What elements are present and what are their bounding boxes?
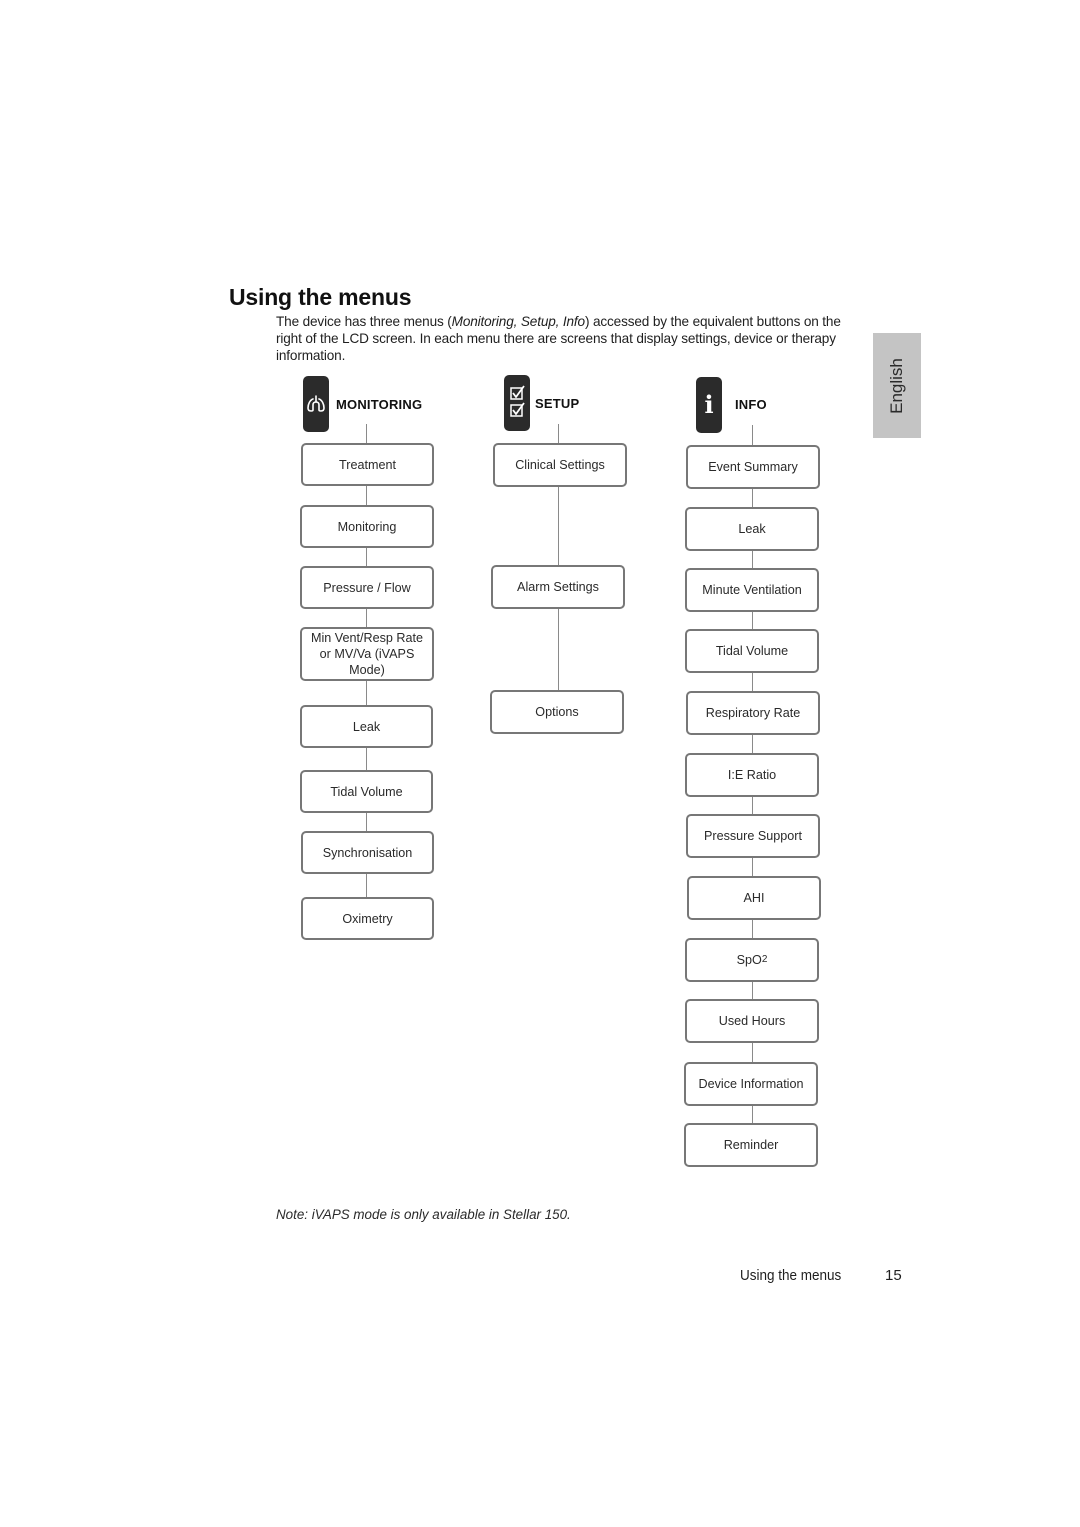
connector bbox=[558, 609, 559, 691]
connector bbox=[366, 813, 367, 832]
setup-label: SETUP bbox=[535, 396, 580, 411]
spo2-subscript: 2 bbox=[761, 954, 768, 965]
setup-item-alarm-settings[interactable]: Alarm Settings bbox=[491, 565, 625, 609]
connector bbox=[752, 489, 753, 509]
connector bbox=[366, 424, 367, 444]
connector bbox=[752, 673, 753, 693]
intro-paragraph: The device has three menus (Monitoring, … bbox=[276, 313, 856, 364]
intro-text-start: The device has three menus ( bbox=[276, 314, 452, 329]
setup-item-clinical-settings[interactable]: Clinical Settings bbox=[493, 443, 627, 487]
monitoring-item-min-vent[interactable]: Min Vent/Resp Rate or MV/Va (iVAPS Mode) bbox=[300, 627, 434, 681]
monitoring-item-treatment[interactable]: Treatment bbox=[301, 443, 434, 486]
page-title: Using the menus bbox=[229, 284, 412, 310]
connector bbox=[366, 609, 367, 629]
info-item-pressure-support[interactable]: Pressure Support bbox=[686, 814, 820, 858]
connector bbox=[752, 735, 753, 755]
ivaps-note: Note: iVAPS mode is only available in St… bbox=[276, 1207, 571, 1222]
connector bbox=[752, 858, 753, 878]
monitoring-item-monitoring[interactable]: Monitoring bbox=[300, 505, 434, 548]
monitoring-label: MONITORING bbox=[336, 397, 423, 412]
info-item-event-summary[interactable]: Event Summary bbox=[686, 445, 820, 489]
info-item-tidal-volume[interactable]: Tidal Volume bbox=[685, 629, 819, 673]
setup-item-options[interactable]: Options bbox=[490, 690, 624, 734]
info-item-ie-ratio[interactable]: I:E Ratio bbox=[685, 753, 819, 797]
info-item-device-information[interactable]: Device Information bbox=[684, 1062, 818, 1106]
monitoring-item-oximetry[interactable]: Oximetry bbox=[301, 897, 434, 940]
info-item-leak[interactable]: Leak bbox=[685, 507, 819, 551]
connector bbox=[752, 920, 753, 940]
info-item-reminder[interactable]: Reminder bbox=[684, 1123, 818, 1167]
connector bbox=[558, 424, 559, 444]
lungs-icon bbox=[303, 376, 329, 432]
info-item-minute-ventilation[interactable]: Minute Ventilation bbox=[685, 568, 819, 612]
connector bbox=[558, 487, 559, 567]
connector bbox=[752, 1043, 753, 1064]
monitoring-item-pressure-flow[interactable]: Pressure / Flow bbox=[300, 566, 434, 609]
monitoring-item-synchronisation[interactable]: Synchronisation bbox=[301, 831, 434, 874]
monitoring-item-leak[interactable]: Leak bbox=[300, 705, 433, 748]
language-label: English bbox=[887, 357, 906, 414]
checklist-icon bbox=[504, 375, 530, 431]
connector bbox=[366, 681, 367, 706]
info-item-used-hours[interactable]: Used Hours bbox=[685, 999, 819, 1043]
connector bbox=[366, 874, 367, 898]
info-item-spo2[interactable]: SpO 2 bbox=[685, 938, 819, 982]
info-icon: i bbox=[696, 377, 722, 433]
monitoring-item-tidal-volume[interactable]: Tidal Volume bbox=[300, 770, 433, 813]
info-item-respiratory-rate[interactable]: Respiratory Rate bbox=[686, 691, 820, 735]
connector bbox=[366, 486, 367, 506]
connector bbox=[366, 748, 367, 771]
language-tab: English bbox=[873, 333, 921, 438]
page-number: 15 bbox=[885, 1267, 902, 1284]
footer-section-title: Using the menus bbox=[740, 1267, 842, 1284]
connector bbox=[752, 425, 753, 446]
intro-menu-names: Monitoring, Setup, Info bbox=[451, 314, 585, 329]
info-label: INFO bbox=[735, 397, 767, 412]
info-item-ahi[interactable]: AHI bbox=[687, 876, 821, 920]
connector bbox=[366, 548, 367, 568]
spo2-text: SpO bbox=[736, 953, 762, 967]
